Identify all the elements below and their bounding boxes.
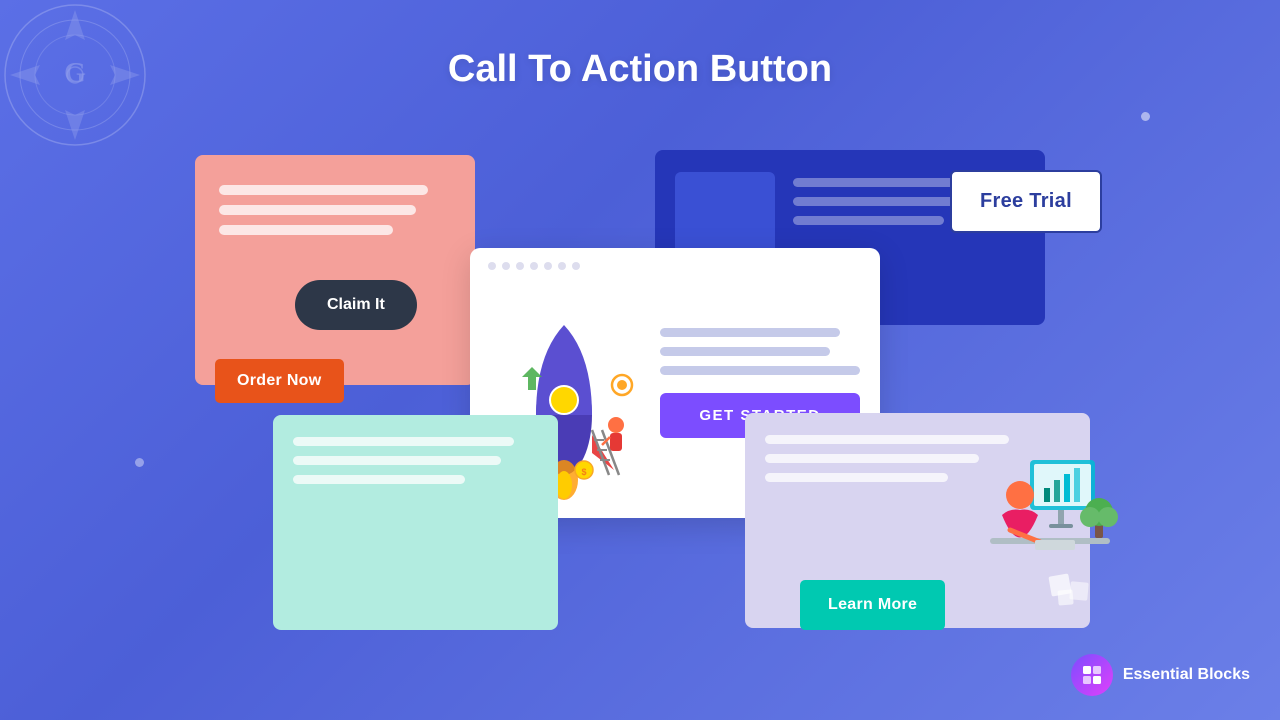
- card-center-line-3: [660, 366, 860, 375]
- dot-6: [558, 262, 566, 270]
- page-title: Call To Action Button: [448, 48, 832, 91]
- branding: Essential Blocks: [1071, 654, 1250, 696]
- card-mint-line-1: [293, 437, 514, 446]
- dot-3: [516, 262, 524, 270]
- card-pink-line-2: [219, 205, 416, 215]
- dot-7: [572, 262, 580, 270]
- card-mint-line-2: [293, 456, 501, 465]
- card-mint-line-3: [293, 475, 465, 484]
- order-now-button[interactable]: Order Now: [215, 359, 344, 403]
- learn-more-button[interactable]: Learn More: [800, 580, 945, 630]
- dot-5: [544, 262, 552, 270]
- decorative-dot-top-right: [1141, 112, 1150, 121]
- card-pink: Order Now: [195, 155, 475, 385]
- logo-decoration: G: [0, 0, 150, 150]
- branding-text: Essential Blocks: [1123, 666, 1250, 684]
- card-mint: [273, 415, 558, 630]
- card-lavender-line-2: [765, 454, 979, 463]
- dot-1: [488, 262, 496, 270]
- branding-icon: [1071, 654, 1113, 696]
- card-center-line-1: [660, 328, 840, 337]
- dot-4: [530, 262, 538, 270]
- card-blue-image-placeholder: [675, 172, 775, 257]
- card-pink-line-1: [219, 185, 428, 195]
- claim-it-button[interactable]: Claim It: [295, 280, 417, 330]
- card-center-line-2: [660, 347, 830, 356]
- card-lavender-line-3: [765, 473, 948, 482]
- person-desk-illustration: [950, 420, 1120, 620]
- free-trial-button[interactable]: Free Trial: [950, 170, 1102, 233]
- decorative-dot-mid-left: [135, 458, 144, 467]
- card-blue-line-2: [793, 197, 955, 206]
- svg-text:$: $: [581, 467, 586, 477]
- card-blue-line-3: [793, 216, 944, 225]
- card-pink-line-3: [219, 225, 393, 235]
- dot-2: [502, 262, 510, 270]
- card-center-dots: [488, 262, 580, 270]
